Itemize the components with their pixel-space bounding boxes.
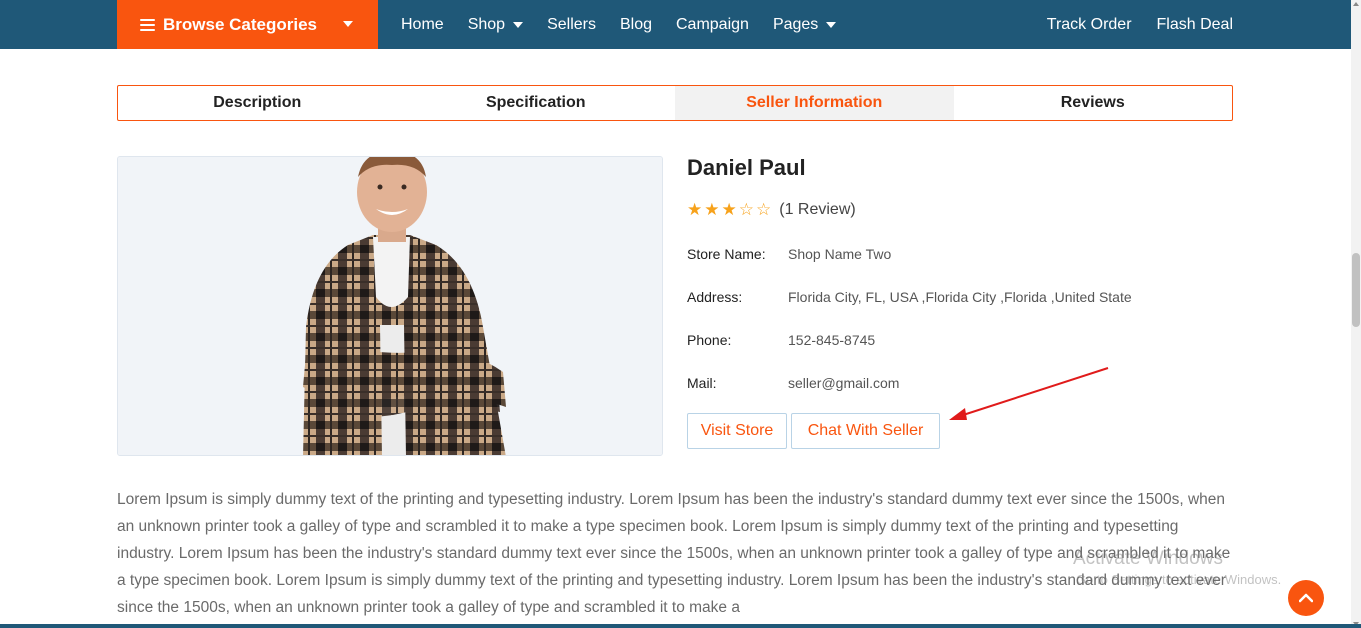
mail-row: Mail: seller@gmail.com [687, 375, 899, 391]
seller-name: Daniel Paul [687, 155, 806, 180]
seller-photo [117, 156, 663, 456]
star-empty-icon: ☆ [756, 200, 772, 219]
star-empty-icon: ☆ [738, 200, 754, 219]
seller-description: Lorem Ipsum is simply dummy text of the … [117, 491, 1231, 616]
mail-label: Mail: [687, 375, 717, 391]
nav-link-home-label: Home [401, 15, 444, 33]
rating-stars: ★ ★ ★ ☆ ☆ [687, 200, 773, 220]
phone-label: Phone: [687, 332, 732, 348]
activate-windows-watermark: Activate Windows [1073, 548, 1223, 569]
address-row: Address: Florida City, FL, USA ,Florida … [687, 289, 1132, 305]
browse-categories-label: Browse Categories [163, 14, 317, 34]
hamburger-icon [140, 18, 155, 31]
phone-value: 152-845-8745 [788, 332, 876, 348]
annotation-arrow-icon [949, 367, 1109, 420]
store-name-value: Shop Name Two [788, 246, 892, 262]
star-filled-icon: ★ [687, 200, 703, 219]
track-order-link[interactable]: Track Order [1047, 16, 1132, 34]
activate-windows-subtext: Go to Settings to activate Windows. [1076, 572, 1282, 587]
star-filled-icon: ★ [721, 200, 737, 219]
arrow-up-icon [1299, 593, 1313, 603]
tab-seller-information[interactable]: Seller Information [675, 86, 954, 120]
mail-value: seller@gmail.com [788, 375, 900, 391]
nav-link-sellers[interactable]: Sellers [547, 16, 596, 34]
product-tabs: Description Specification Seller Informa… [117, 85, 1233, 121]
nav-right: Track Order Flash Deal [1022, 0, 1233, 49]
seller-portrait-illustration [118, 157, 662, 455]
scrollbar-thumb[interactable] [1352, 253, 1360, 327]
store-name-label: Store Name: [687, 246, 766, 262]
chat-with-seller-button[interactable]: Chat With Seller [791, 413, 940, 449]
store-name-row: Store Name: Shop Name Two [687, 246, 891, 262]
nav-link-shop[interactable]: Shop [467, 15, 524, 34]
nav-link-campaign-label: Campaign [676, 15, 749, 33]
nav-link-shop-label: Shop [467, 15, 506, 33]
nav-link-blog[interactable]: Blog [620, 16, 652, 34]
main-nav: Home Shop Sellers Blog Campaign Pages [401, 0, 860, 49]
top-navbar: Browse Categories Home Shop Sellers Blog… [0, 0, 1361, 49]
nav-link-pages[interactable]: Pages [772, 15, 837, 34]
tab-reviews[interactable]: Reviews [954, 86, 1233, 120]
bottom-bar [0, 624, 1361, 628]
address-value: Florida City, FL, USA ,Florida City ,Flo… [788, 289, 1132, 305]
chevron-down-icon [343, 21, 353, 27]
visit-store-button[interactable]: Visit Store [687, 413, 787, 449]
chevron-down-icon [513, 21, 524, 28]
seller-rating: ★ ★ ★ ☆ ☆ (1 Review) [687, 200, 856, 220]
page-scrollbar[interactable] [1351, 0, 1361, 628]
review-count[interactable]: (1 Review) [779, 201, 855, 219]
scroll-up-icon[interactable] [1353, 2, 1359, 6]
address-label: Address: [687, 289, 743, 305]
nav-link-sellers-label: Sellers [547, 15, 596, 33]
tab-specification[interactable]: Specification [397, 86, 676, 120]
nav-link-campaign[interactable]: Campaign [676, 16, 749, 34]
nav-link-home[interactable]: Home [401, 16, 444, 34]
browse-categories-button[interactable]: Browse Categories [117, 0, 378, 49]
star-filled-icon: ★ [704, 200, 720, 219]
scroll-to-top-button[interactable] [1288, 580, 1324, 616]
nav-link-blog-label: Blog [619, 15, 652, 33]
chevron-down-icon [826, 21, 837, 28]
phone-row: Phone: 152-845-8745 [687, 332, 875, 348]
nav-link-pages-label: Pages [772, 15, 819, 33]
tab-description[interactable]: Description [118, 86, 397, 120]
flash-deal-link[interactable]: Flash Deal [1157, 16, 1233, 34]
